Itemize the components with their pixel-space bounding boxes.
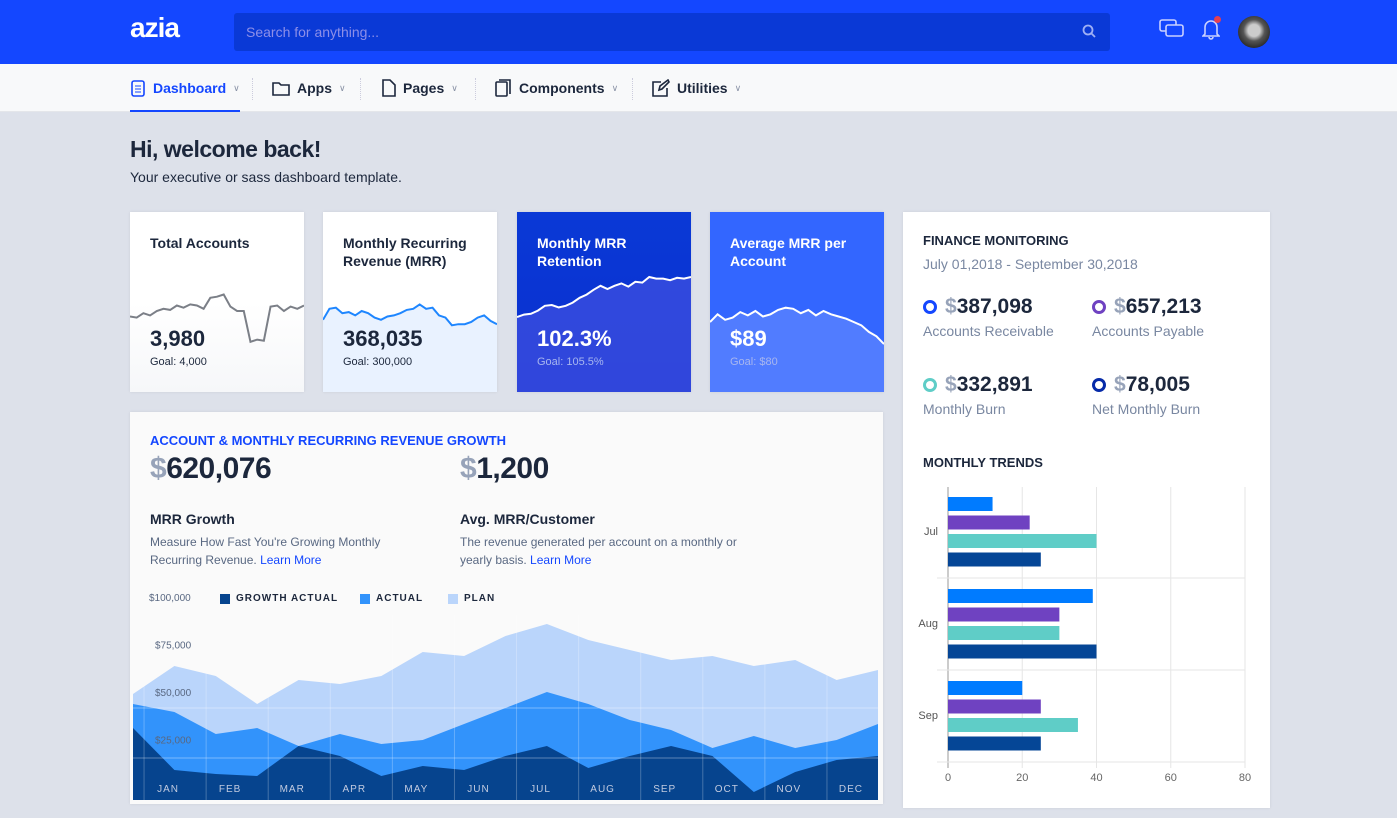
bar: [948, 626, 1060, 640]
bar: [948, 644, 1097, 659]
x-tick-label: 40: [1090, 772, 1102, 784]
bar: [948, 736, 1041, 751]
bar: [948, 515, 1030, 530]
bar: [948, 681, 1023, 695]
x-tick-label: 80: [1239, 772, 1251, 784]
x-tick-label: 0: [945, 772, 951, 784]
bar: [948, 589, 1093, 603]
y-tick-label: Jul: [924, 526, 938, 538]
y-tick-label: Aug: [918, 618, 938, 630]
bar: [948, 699, 1041, 714]
bar: [948, 552, 1041, 567]
x-tick-label: 20: [1016, 772, 1028, 784]
bar: [948, 534, 1097, 548]
bar: [948, 718, 1078, 732]
y-tick-label: Sep: [918, 710, 938, 722]
monthly-trends-chart: 0 20 40 60 80 Jul Aug Sep: [918, 487, 1251, 784]
bar: [948, 607, 1060, 622]
x-tick-label: 60: [1165, 772, 1177, 784]
bar: [948, 497, 993, 511]
